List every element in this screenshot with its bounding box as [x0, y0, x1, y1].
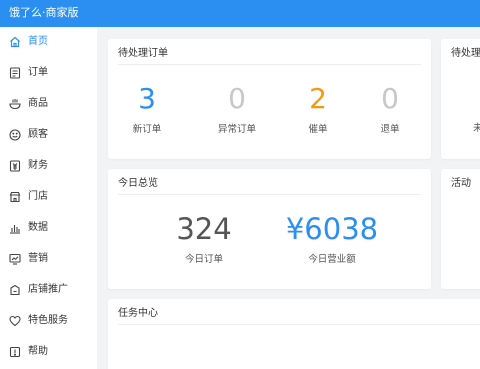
stat-label: 今日订单	[184, 254, 223, 265]
stat-label: 催单	[308, 124, 328, 135]
bowl-icon	[9, 99, 21, 110]
sidebar-item-help[interactable]: 帮助	[0, 337, 97, 368]
top-bar: 饿了么·商家版	[0, 0, 480, 27]
sidebar-item-customers[interactable]: 顾客	[0, 120, 97, 151]
new-orders-stat[interactable]: 3 新订单	[107, 83, 187, 136]
sidebar-item-label: 帮助	[28, 346, 48, 357]
abnormal-orders-stat[interactable]: 0 异常订单	[197, 83, 277, 136]
marketing-icon	[9, 253, 21, 265]
sidebar-item-label: 首页	[28, 36, 48, 47]
order-icon	[9, 67, 21, 79]
task-center-card: 任务中心	[108, 299, 480, 369]
sidebar-item-label: 营销	[28, 253, 48, 264]
partial-label: 未	[473, 123, 480, 134]
today-overview-card: 今日总览 324 今日订单 ¥6038 今日营业额	[108, 169, 431, 289]
sidebar-item-label: 数据	[28, 222, 48, 233]
sidebar-item-label: 订单	[28, 67, 48, 78]
refund-orders-stat[interactable]: 0 退单	[350, 83, 430, 136]
sidebar-item-label: 门店	[28, 191, 48, 202]
stat-label: 退单	[380, 124, 400, 135]
sidebar-item-label: 商品	[28, 98, 48, 109]
sidebar-item-marketing[interactable]: 营销	[0, 244, 97, 275]
sidebar-item-label: 顾客	[28, 129, 48, 140]
sidebar-item-promotion[interactable]: 店铺推广	[0, 275, 97, 306]
sidebar-item-special-services[interactable]: 特色服务	[0, 306, 97, 337]
card-title: 今日总览	[118, 178, 158, 189]
help-icon	[9, 346, 21, 358]
app-title: 饿了么·商家版	[9, 6, 79, 19]
stat-value: 0	[228, 82, 246, 115]
sidebar-item-label: 店铺推广	[28, 284, 68, 295]
stat-value: 2	[309, 82, 327, 115]
finance-icon	[9, 160, 21, 172]
sidebar: 首页 订单 商品 顾客 财务 门店 数据 营销 店铺推广 特色服务 帮助	[0, 27, 97, 369]
stat-label: 新订单	[132, 124, 162, 135]
today-revenue-stat[interactable]: ¥6038 今日营业额	[272, 212, 392, 266]
divider	[118, 324, 480, 325]
sidebar-item-home[interactable]: 首页	[0, 27, 97, 58]
heart-icon	[9, 315, 21, 327]
sidebar-item-store[interactable]: 门店	[0, 182, 97, 213]
activity-card: 活动	[441, 169, 480, 289]
sidebar-item-label: 特色服务	[28, 315, 68, 326]
stat-label: 今日营业额	[308, 254, 356, 265]
bar-chart-icon	[10, 225, 20, 234]
pending-right-card: 待处理 未	[441, 39, 480, 159]
stat-value: 3	[138, 82, 156, 115]
sidebar-item-label: 财务	[28, 160, 48, 171]
stat-label: 异常订单	[217, 124, 256, 135]
store-icon	[9, 191, 21, 203]
pending-orders-card: 待处理订单 3 新订单 0 异常订单 2 催单 0 退单	[108, 39, 431, 159]
card-title: 待处理	[451, 48, 480, 59]
sidebar-item-finance[interactable]: 财务	[0, 151, 97, 182]
today-orders-stat[interactable]: 324 今日订单	[144, 212, 264, 266]
stat-value: ¥6038	[285, 212, 379, 246]
card-title: 任务中心	[118, 308, 158, 319]
reminder-orders-stat[interactable]: 2 催单	[278, 83, 358, 136]
sidebar-item-data[interactable]: 数据	[0, 213, 97, 244]
card-title: 活动	[451, 178, 471, 189]
stat-value: 0	[381, 82, 399, 115]
sidebar-item-products[interactable]: 商品	[0, 89, 97, 120]
home-icon	[10, 36, 20, 48]
card-title: 待处理订单	[118, 48, 168, 59]
smile-icon	[9, 129, 21, 141]
divider	[118, 64, 421, 65]
stat-value: 324	[176, 212, 232, 246]
sidebar-item-orders[interactable]: 订单	[0, 58, 97, 89]
divider	[118, 194, 421, 195]
promotion-icon	[10, 284, 20, 296]
